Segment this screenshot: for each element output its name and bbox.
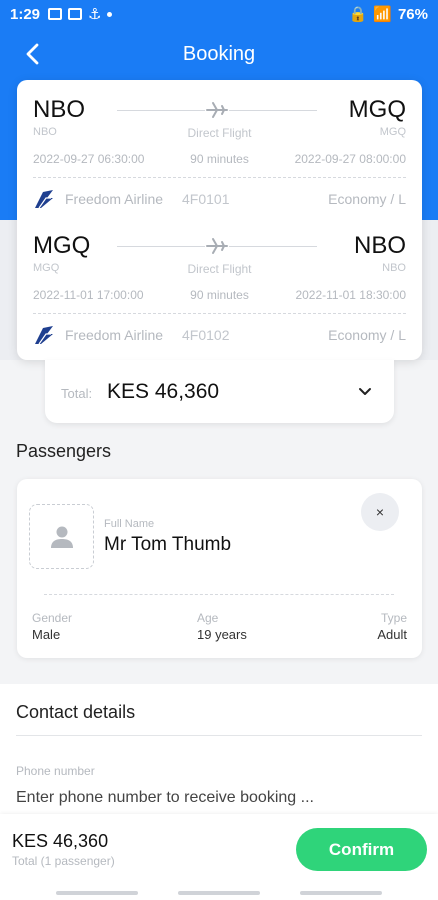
total-amount: KES 46,360 (107, 380, 220, 403)
phone-input[interactable] (16, 789, 396, 807)
status-time: 1:29 (10, 5, 41, 23)
status-bar: 1:29 ⚓ 🔒 📶 76% (0, 0, 438, 28)
arrival-time: 2022-11-01 18:30:00 (295, 288, 406, 302)
gender-label: Gender (32, 611, 73, 625)
plane-icon (205, 100, 229, 120)
full-name-value: Mr Tom Thumb (104, 534, 232, 555)
type-value: Adult (377, 627, 407, 642)
full-name-label: Full Name (104, 518, 155, 530)
age-label: Age (197, 611, 219, 625)
nav-home-button[interactable] (178, 891, 260, 895)
destination-code: NBO (353, 232, 406, 259)
type-label: Type (380, 611, 407, 625)
cabin-class: Economy / L (328, 191, 406, 207)
anchor-icon: ⚓ (88, 6, 102, 23)
wifi-icon: 📶 (373, 6, 392, 23)
age-value: 19 years (197, 627, 247, 642)
passenger-card[interactable]: Full Name Mr Tom Thumb × Gender Male Age… (17, 479, 422, 658)
flight-leg-return: MGQ MGQ Direct Flight NBO NBO 2022-11-01… (17, 216, 422, 346)
bottom-action-bar: KES 46,360 Total (1 passenger) Confirm (0, 814, 438, 886)
divider (16, 735, 422, 736)
footer-total: KES 46,360 (12, 831, 109, 851)
airline-name: Freedom Airline (65, 191, 164, 207)
nav-recent-button[interactable] (56, 891, 138, 895)
destination-sub: NBO (382, 262, 406, 274)
flight-summary-card[interactable]: NBO NBO Direct Flight MGQ MGQ 2022-09-27… (17, 80, 422, 360)
airline-logo-icon (35, 326, 53, 345)
gender-value: Male (32, 627, 61, 642)
cabin-class: Economy / L (328, 327, 406, 343)
flight-type: Direct Flight (187, 126, 252, 140)
footer-total-sub: Total (1 passenger) (12, 854, 115, 868)
flight-type: Direct Flight (187, 262, 252, 276)
status-right: 🔒 📶 76% (348, 5, 428, 24)
origin-code: NBO (33, 96, 86, 123)
status-notification-icons: ⚓ (48, 5, 113, 23)
dashed-divider (44, 594, 394, 595)
passengers-heading: Passengers (16, 441, 112, 461)
contact-heading: Contact details (16, 702, 136, 722)
arrival-time: 2022-09-27 08:00:00 (294, 152, 406, 166)
airline-name: Freedom Airline (65, 327, 164, 343)
total-price-dropdown[interactable]: Total: KES 46,360 (45, 360, 394, 423)
battery-text: 76% (397, 5, 428, 23)
flight-leg-outbound: NBO NBO Direct Flight MGQ MGQ 2022-09-27… (17, 80, 422, 210)
avatar[interactable] (29, 504, 94, 569)
airline-logo-icon (35, 190, 53, 209)
nav-back-button[interactable] (300, 891, 382, 895)
plane-icon (205, 236, 229, 256)
person-icon (50, 526, 73, 548)
screen-icon (68, 8, 83, 20)
remove-passenger-button[interactable]: × (361, 493, 399, 531)
dashed-divider (33, 313, 406, 314)
origin-code: MGQ (33, 232, 91, 259)
image-icon (48, 8, 63, 20)
lock-icon: 🔒 (348, 6, 368, 23)
contact-details-section: Contact details Phone number (0, 684, 438, 814)
chevron-down-icon[interactable] (356, 382, 374, 400)
total-label: Total: (61, 386, 93, 401)
flight-number: 4F0101 (182, 191, 230, 207)
dashed-divider (33, 177, 406, 178)
flight-number: 4F0102 (182, 327, 230, 343)
confirm-button[interactable]: Confirm (296, 828, 427, 871)
phone-label: Phone number (16, 764, 95, 778)
destination-sub: MGQ (379, 126, 406, 138)
system-nav-bar (0, 886, 438, 900)
page-title: Booking (182, 43, 256, 65)
dot-icon (107, 11, 113, 17)
destination-code: MGQ (348, 96, 406, 123)
